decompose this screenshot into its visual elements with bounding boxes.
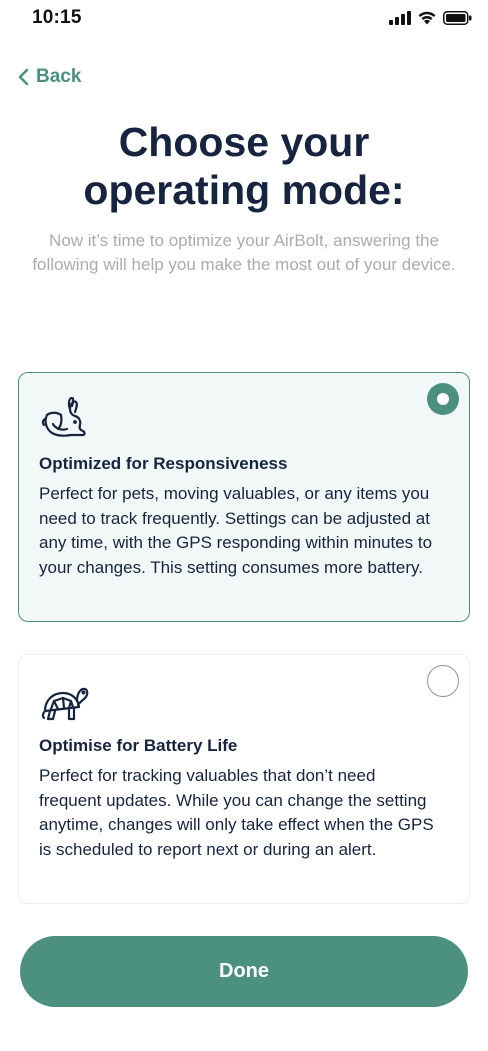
back-button[interactable]: Back xyxy=(16,66,81,88)
rabbit-icon xyxy=(41,396,86,437)
option-card-battery-life[interactable]: Optimise for Battery Life Perfect for tr… xyxy=(18,654,470,904)
option-title: Optimise for Battery Life xyxy=(39,736,238,755)
radio-unselected[interactable] xyxy=(427,665,459,697)
radio-selected[interactable] xyxy=(427,383,459,415)
status-bar: 10:15 xyxy=(0,0,488,40)
option-description: Perfect for tracking valuables that don’… xyxy=(39,766,434,859)
turtle-icon xyxy=(41,687,89,721)
operating-mode-screen: 10:15 Back Choose your operating mode: N… xyxy=(0,0,488,1051)
page-subtitle: Now it’s time to optimize your AirBolt, … xyxy=(32,231,456,274)
option-card-responsiveness[interactable]: Optimized for Responsiveness Perfect for… xyxy=(18,372,470,622)
done-button[interactable]: Done xyxy=(20,936,468,1007)
chevron-left-icon xyxy=(18,68,29,86)
status-time: 10:15 xyxy=(32,7,82,28)
cellular-signal-icon xyxy=(389,10,411,25)
back-label: Back xyxy=(36,66,82,87)
wifi-icon xyxy=(418,11,436,25)
status-icons xyxy=(389,10,472,25)
page-title: Choose your operating mode: xyxy=(83,119,405,213)
battery-icon xyxy=(443,10,472,25)
option-title: Optimized for Responsiveness xyxy=(39,454,288,473)
option-description: Perfect for pets, moving valuables, or a… xyxy=(39,484,433,577)
